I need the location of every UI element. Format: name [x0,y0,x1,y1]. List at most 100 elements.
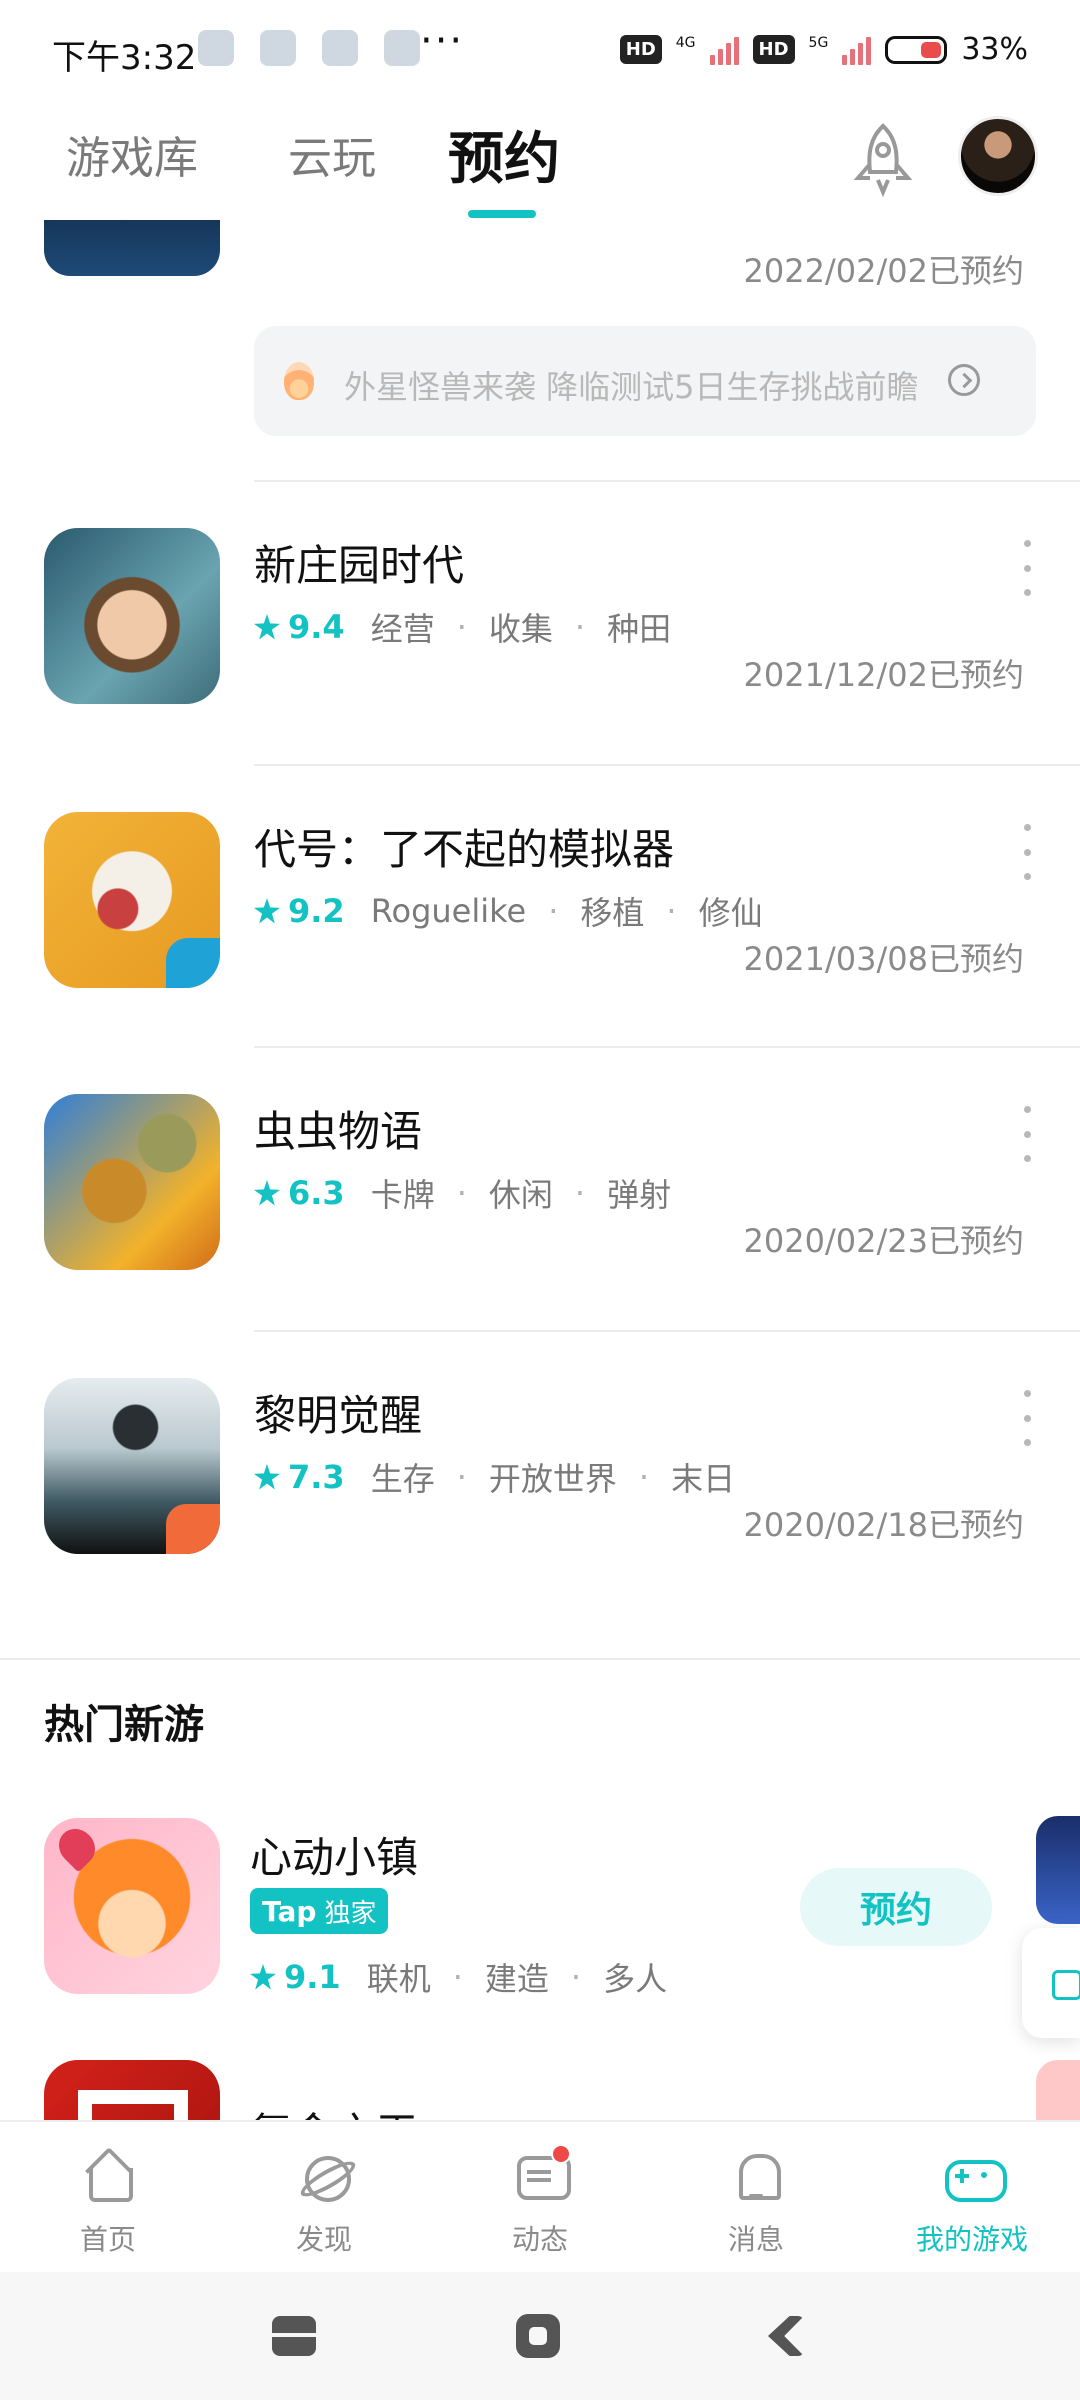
app-root: 下午3:32 ··· HD 4G HD 5G 33% 游戏库 云玩 预约 202… [0,0,1080,2400]
game-tag: 修仙 [698,894,763,932]
tab-cloud-play[interactable]: 云玩 [288,122,376,186]
status-bar: 下午3:32 ··· HD 4G HD 5G 33% [0,0,1080,100]
more-options-icon[interactable] [1020,540,1034,596]
game-title: 虫虫物语 [254,1107,423,1156]
game-title: 代号：了不起的模拟器 [254,825,675,874]
unread-dot [551,2144,571,2164]
game-tag: 联机 [366,1960,431,1998]
game-title: 心动小镇 [250,1833,419,1882]
reserve-date: 2022/02/02已预约 [743,252,1024,290]
game-list-item[interactable]: 新庄园时代 9.4 经营 · 收集 · 种田 2021/12/02已预约 [0,482,1080,764]
tap-exclusive-badge: Tap 独家 [250,1888,389,1934]
game-score: 7.3 [288,1458,345,1496]
signal-icon [842,35,872,65]
star-icon [250,1964,276,1990]
reserve-date: 2021/03/08已预约 [743,940,1024,978]
nav-feed[interactable]: 动态 [470,2140,610,2270]
game-notice[interactable]: 外星怪兽来袭 降临测试5日生存挑战前瞻 [254,326,1036,436]
game-score: 6.3 [288,1174,345,1212]
nav-my-games[interactable]: 我的游戏 [902,2140,1042,2270]
game-tag: 移植 [580,894,645,932]
more-options-icon[interactable] [1020,1390,1034,1446]
more-options-icon[interactable] [1020,1106,1034,1162]
game-tag: 多人 [603,1960,668,1998]
game-list-item[interactable]: 黎明觉醒 7.3 生存 · 开放世界 · 末日 2020/02/18已预约 [0,1332,1080,1614]
reserve-button[interactable]: 预约 [800,1868,992,1946]
signal-icon [709,35,739,65]
reserve-date: 2021/12/02已预约 [743,656,1024,694]
exclusive-label: 独家 [324,1898,377,1929]
status-notification-icons [198,30,420,66]
status-time: 下午3:32 [52,38,197,78]
system-nav-bar [0,2272,1080,2400]
game-meta: 9.2 Roguelike · 移植 · 修仙 [254,888,763,934]
rocket-icon[interactable] [848,120,918,200]
carousel-peek-card[interactable] [1036,2060,1080,2120]
game-icon[interactable] [44,812,220,988]
reserve-date: 2020/02/18已预约 [743,1506,1024,1544]
floating-download-button[interactable] [1022,1928,1080,2038]
user-avatar[interactable] [958,116,1038,196]
game-tag: 收集 [488,610,553,648]
bilibili-badge-icon [166,938,220,988]
game-meta: 6.3 卡牌 · 休闲 · 弹射 [254,1170,671,1216]
tap-logo: Tap [262,1894,317,1928]
battery-percent: 33% [961,32,1028,67]
game-icon[interactable] [44,528,220,704]
status-right: HD 4G HD 5G 33% [619,32,1028,67]
game-tag: 建造 [484,1960,549,1998]
game-meta: 9.4 经营 · 收集 · 种田 [254,604,671,650]
home-button[interactable] [516,2314,560,2358]
game-tag: 开放世界 [488,1460,617,1498]
game-tag: 卡牌 [370,1176,435,1214]
bell-icon [727,2146,785,2204]
more-notifications-icon: ··· [420,18,465,64]
nav-home[interactable]: 首页 [38,2140,178,2270]
game-icon[interactable] [44,1818,220,1994]
net-type-label: 5G [808,34,829,51]
hd-badge: HD [619,35,662,64]
bottom-nav: 首页 发现 动态 消息 我的游戏 [0,2120,1080,2272]
game-meta: 7.3 生存 · 开放世界 · 末日 [254,1454,735,1500]
game-score: 9.2 [288,892,345,930]
nav-discover[interactable]: 发现 [254,2140,394,2270]
game-meta: 9.1 联机 · 建造 · 多人 [250,1954,667,2000]
tab-indicator [468,210,536,218]
notice-text: 外星怪兽来袭 降临测试5日生存挑战前瞻 [344,368,919,406]
game-tag: 弹射 [607,1176,672,1214]
carousel-peek-card[interactable] [1036,1816,1080,1924]
arrow-right-icon [948,364,980,396]
back-button[interactable] [768,2316,804,2356]
more-options-icon[interactable] [1020,824,1034,880]
nav-messages[interactable]: 消息 [686,2140,826,2270]
game-list-item[interactable]: 代号：了不起的模拟器 9.2 Roguelike · 移植 · 修仙 2021/… [0,766,1080,1048]
section-title-hot-games: 热门新游 [44,1702,204,1748]
hd-badge: HD [752,35,795,64]
game-tag: 休闲 [488,1176,553,1214]
chat-icon [511,2144,571,2204]
star-icon [254,1180,280,1206]
top-tab-bar: 游戏库 云玩 预约 [0,110,1080,230]
game-tag: Roguelike [370,892,527,930]
net-type-label: 4G [675,34,696,51]
battery-icon [885,35,948,64]
tab-game-library[interactable]: 游戏库 [66,122,198,186]
hot-game-item[interactable]: 心动小镇 Tap 独家 9.1 联机 · 建造 · 多人 预约 [0,1818,1080,2058]
game-title: 黎明觉醒 [254,1391,423,1440]
heart-icon [51,1821,103,1873]
nav-label: 消息 [727,2223,784,2256]
reserve-date: 2020/02/23已预约 [743,1222,1024,1260]
star-icon [254,898,280,924]
tab-reservations[interactable]: 预约 [448,114,560,195]
game-icon-partial[interactable] [44,220,220,276]
nav-label: 我的游戏 [915,2223,1028,2256]
game-tag: 种田 [607,610,672,648]
app-notification-icon [322,30,358,66]
recent-apps-button[interactable] [272,2316,316,2356]
game-icon[interactable] [44,1378,220,1554]
game-list-item[interactable]: 虫虫物语 6.3 卡牌 · 休闲 · 弹射 2020/02/23已预约 [0,1048,1080,1330]
game-tag: 末日 [671,1460,736,1498]
game-icon[interactable] [44,1094,220,1270]
fire-icon [284,362,314,400]
planet-icon [384,30,420,66]
